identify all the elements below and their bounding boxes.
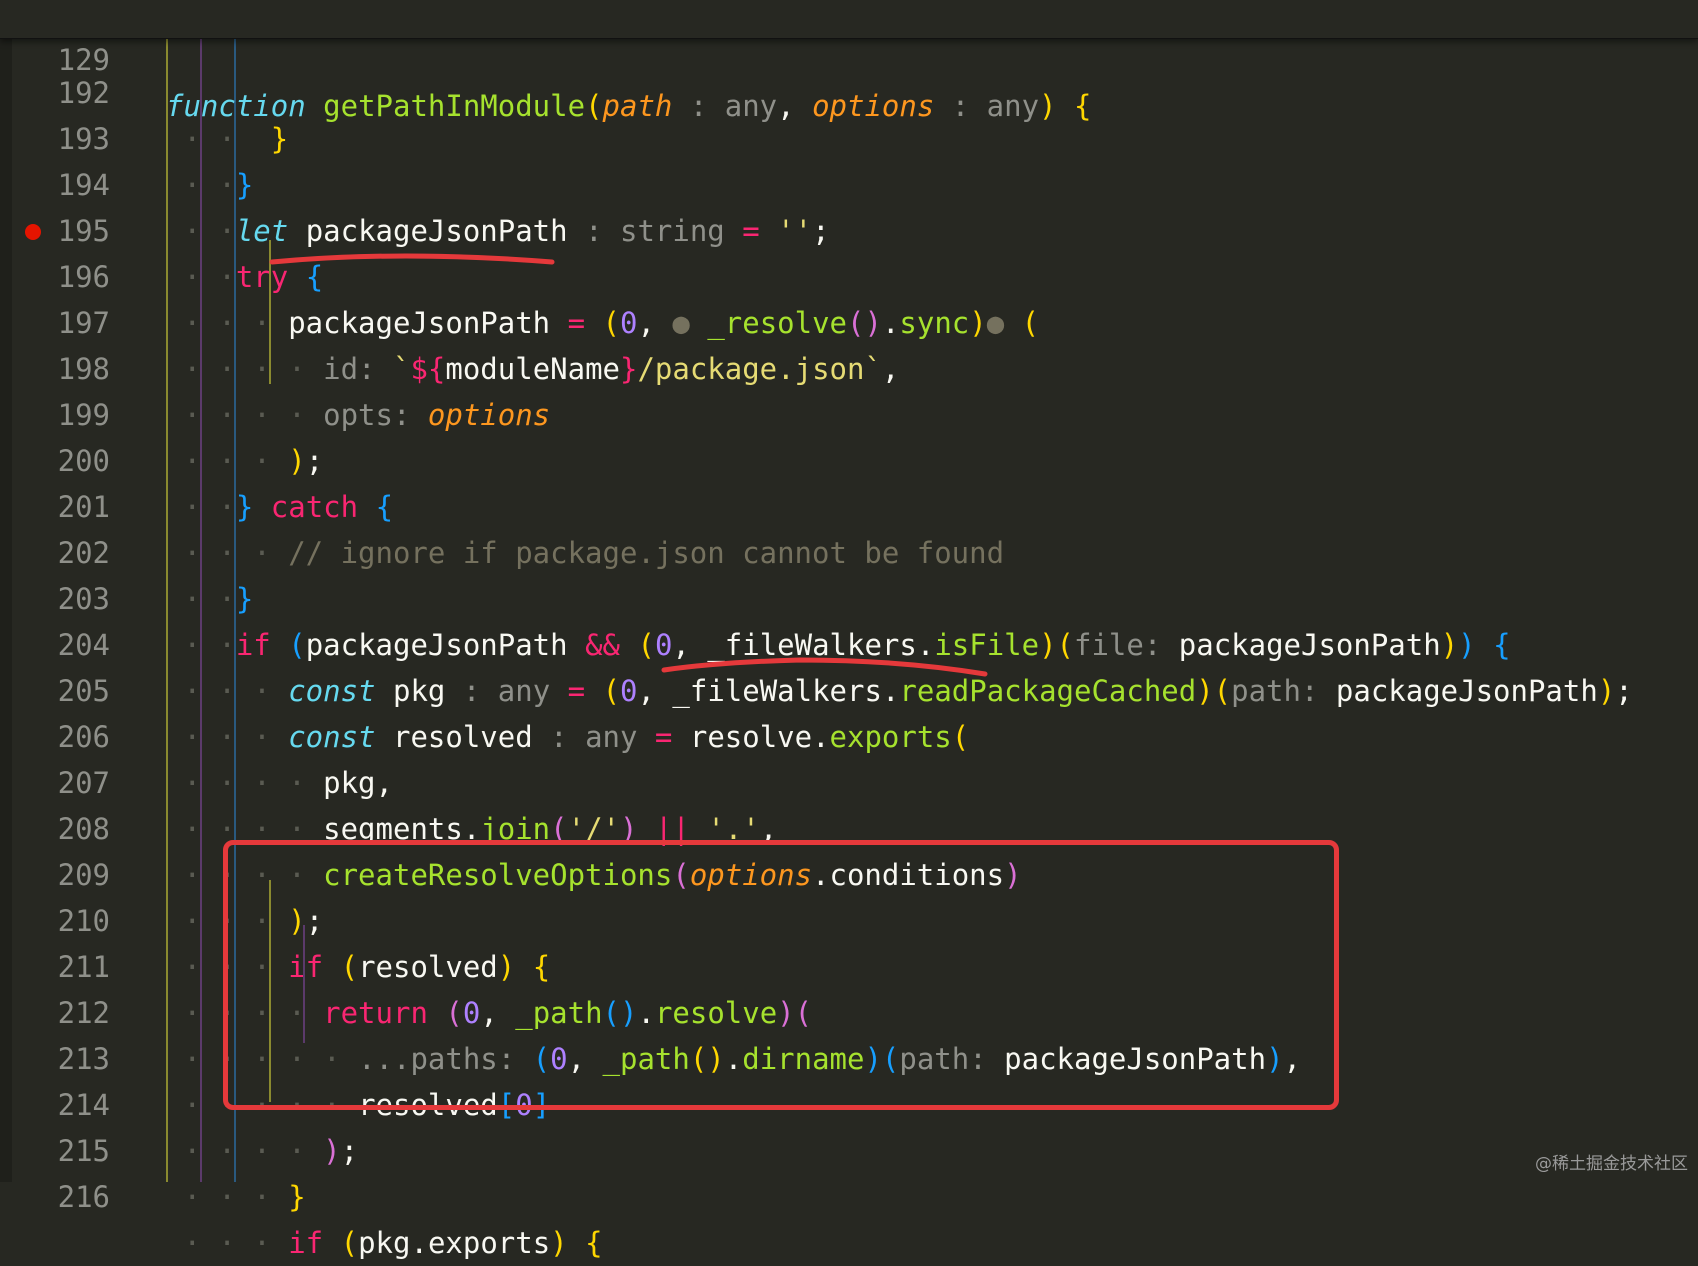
- code-line: 206 · · · · pkg,: [0, 668, 1698, 800]
- code-text: · · · if (pkg.exports) {: [166, 1226, 603, 1260]
- indent-guide: [166, 38, 168, 1182]
- code-line: 216 · · · if (pkg.exports) {: [0, 1128, 1698, 1260]
- code-line: 196 · · · packageJsonPath = (0, ● _resol…: [0, 208, 1698, 340]
- code-line: 200 · ·} catch {: [0, 392, 1698, 524]
- code-line: 201 · · · // ignore if package.json cann…: [0, 438, 1698, 570]
- code-line: 205 · · · const resolved : any = resolve…: [0, 622, 1698, 754]
- code-line: 202 · ·}: [0, 484, 1698, 616]
- code-line: 204 · · · const pkg : any = (0, _fileWal…: [0, 576, 1698, 708]
- code-line: 195 · ·try {: [0, 162, 1698, 294]
- code-line: 207 · · · · segments.join('/') || '.',: [0, 714, 1698, 846]
- code-line: 199 · · · );: [0, 346, 1698, 478]
- code-line: 129 function getPathInModule(path : any,…: [0, 0, 1698, 123]
- code-line: 198 · · · · opts: options: [0, 300, 1698, 432]
- breakpoint-icon[interactable]: [25, 224, 41, 240]
- annotation-box: [223, 840, 1339, 1110]
- line-number: 216: [57, 1180, 110, 1214]
- code-line: 208 · · · · createResolveOptions(options…: [0, 760, 1698, 892]
- line-number: 129: [57, 43, 110, 77]
- indent-guide: [200, 38, 202, 1182]
- code-text: function getPathInModule(path : any, opt…: [166, 89, 1092, 123]
- watermark: @稀土掘金技术社区: [1535, 1154, 1688, 1174]
- indent-guide: [269, 240, 271, 384]
- code-line: 203 · ·if (packageJsonPath && (0, _fileW…: [0, 530, 1698, 662]
- code-line: 197 · · · · id: `${moduleName}/package.j…: [0, 254, 1698, 386]
- sticky-scroll-header[interactable]: 129 function getPathInModule(path : any,…: [0, 0, 1698, 123]
